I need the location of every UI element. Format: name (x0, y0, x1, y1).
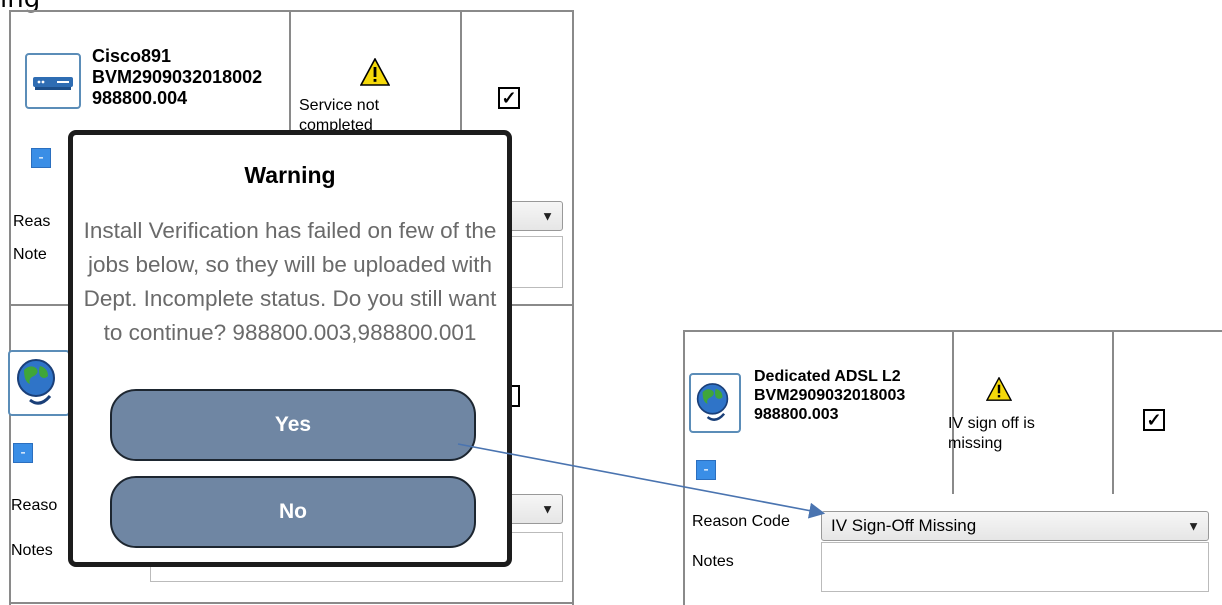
annotation-arrow (457, 443, 826, 519)
